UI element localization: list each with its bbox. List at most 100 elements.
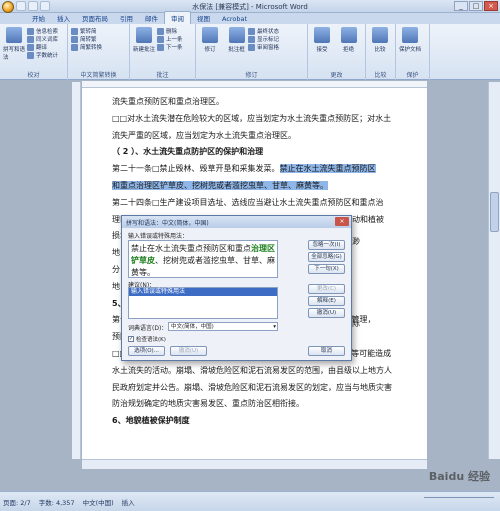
vertical-ruler [72,82,81,459]
minimize-button[interactable]: _ [454,1,468,11]
group-comments: 新建批注 删除 上一条 下一条 批注 [130,24,196,80]
cancel-button[interactable]: 取消 [308,346,345,356]
page-indicator[interactable]: 页面: 2/7 [3,497,31,507]
horizontal-scrollbar[interactable] [82,459,427,469]
tab-view[interactable]: 视图 [191,12,216,24]
options-button[interactable]: 选项(O)... [128,346,165,356]
translate-button[interactable]: 翻译 [27,43,58,51]
thesaurus-icon [27,35,34,43]
word-count-button[interactable]: 字数统计 [27,51,58,59]
balloon-icon [228,27,245,43]
line-text: 民政府划定并公告。崩塌、滑坡危险区和泥石流易发区的划定，应当与地质灾害 [112,382,392,392]
delete-icon [157,27,164,35]
delete-comment-button[interactable]: 删除 [157,27,183,35]
tab-acrobat[interactable]: Acrobat [216,14,253,24]
document-line: 流失重点预防区和重点治理区。 [112,94,412,111]
word-count[interactable]: 字数: 4,357 [39,497,75,507]
thesaurus-button[interactable]: 同义词库 [27,35,58,43]
ignore-all-button[interactable]: 全部忽略(G) [308,252,345,262]
tab-mailings[interactable]: 邮件 [139,12,164,24]
dialog-undo-button[interactable]: 撤消(U) [308,308,345,318]
convert-icon [71,43,78,51]
new-comment-button[interactable]: 新建批注 [133,27,155,53]
spelling-grammar-dialog: 拼写和语法：中文(简体，中国) × 输入错误或特殊用法： 禁止在水土流失重点预防… [121,215,352,361]
line-text: （ 2 ）、水土流失重点防护区的保护和治理 [112,147,264,157]
tab-insert[interactable]: 插入 [51,12,76,24]
spellcheck-icon [6,27,22,43]
next-comment-button[interactable]: 下一条 [157,43,183,51]
track-changes-button[interactable]: 修订 [199,27,221,53]
line-text: 6、地貌植被保护制度 [112,416,190,426]
lock-icon [402,27,418,43]
group-chinese-conversion: 繁转简 简转繁 简繁转换 中文简繁转换 [68,24,130,80]
document-line: 流失严重的区域，应当划定为水土流失重点治理区。 [112,128,412,145]
group-compare: 比较 比较 [366,24,396,80]
convert-icon [71,35,78,43]
insert-mode[interactable]: 插入 [122,497,135,507]
count-icon [27,51,34,59]
group-changes: 接受 拒绝 更改 [308,24,366,80]
document-line: 水土流失的活动。崩塌、滑坡危险区和泥石流易发区的范围，由县级以上地方人 [112,363,412,380]
language-indicator[interactable]: 中文(中国) [83,497,114,507]
compare-icon [372,27,388,43]
simp-to-trad-button[interactable]: 简转繁 [71,35,126,43]
tab-references[interactable]: 引用 [114,12,139,24]
scroll-thumb[interactable] [490,192,499,232]
maximize-button[interactable]: □ [469,1,483,11]
document-line: 民政府划定并公告。崩塌、滑坡危险区和泥石流易发区的划定，应当与地质灾害 [112,380,412,397]
tab-home[interactable]: 开始 [26,12,51,24]
vertical-scrollbar[interactable] [488,82,500,459]
trad-to-simp-button[interactable]: 繁转简 [71,27,126,35]
accept-button[interactable]: 接受 [311,27,333,53]
dictionary-language-select[interactable]: 中文(简体，中国) ▾ [168,322,278,331]
close-button[interactable]: × [484,1,498,11]
convert-icon [71,27,78,35]
research-button[interactable]: 信息检索 [27,27,58,35]
accept-icon [314,27,330,43]
window-title: 水保法 [兼容模式] - Microsoft Word [192,3,308,11]
change-button[interactable]: 更改(C) [308,284,345,294]
prev-comment-button[interactable]: 上一条 [157,35,183,43]
reject-button[interactable]: 拒绝 [338,27,360,53]
suggestions-list[interactable]: 输入错误或特殊用法 [128,287,278,319]
reject-icon [340,27,357,43]
line-text: 地 [112,281,120,291]
chevron-down-icon: ▾ [273,324,276,330]
check-grammar-checkbox[interactable]: ✓ 检查语法(K) [128,335,166,343]
suggestion-item[interactable]: 输入错误或特殊用法 [129,288,277,296]
watermark: Baidu 经验 [428,470,490,483]
translate-icon [27,43,34,51]
input-label: 输入错误或特殊用法： [128,233,189,240]
explain-button[interactable]: 解释(E) [308,296,345,306]
document-line: 第二十四条□生产建设项目选址、选线应当避让水土流失重点预防区和重点治 [112,195,412,212]
compare-button[interactable]: 比较 [369,27,391,53]
reviewing-pane-button[interactable]: 审阅窗格 [248,43,279,51]
dialog-close-button[interactable]: × [335,217,349,226]
document-line: 和重点治理区铲草皮、挖树兜或者滥挖虫草、甘草、麻黄等。 [112,178,412,195]
next-sentence-button[interactable]: 下一句(X) [308,264,345,274]
document-line: 第二十一条□禁止毁林、毁草开垦和采集发菜。禁止在水土流失重点预防区 [112,161,412,178]
tab-page-layout[interactable]: 页面布局 [76,12,114,24]
checkmark-icon: ✓ [128,336,134,342]
book-icon [27,27,34,35]
protect-document-button[interactable]: 保护文档 [399,27,421,53]
balloons-button[interactable]: 批注框 [226,27,248,53]
status-bar: 页面: 2/7 字数: 4,357 中文(中国) 插入 [0,491,500,511]
undo-disabled-button[interactable]: 撤消(U) [170,346,207,356]
tab-review[interactable]: 审阅 [164,11,191,24]
display-icon [248,27,255,35]
window-controls: _ □ × [454,1,498,11]
ignore-once-button[interactable]: 忽略一次(I) [308,240,345,250]
line-text: 流失重点预防区和重点治理区。 [112,97,224,106]
dialog-title-bar: 拼写和语法：中文(简体，中国) × [122,216,351,228]
line-text: 第二十一条□禁止毁林、毁草开垦和采集发菜。 [112,164,280,174]
show-markup-button[interactable]: 显示标记 [248,35,279,43]
group-proofing: 拼写和语法 信息检索 同义词库 翻译 字数统计 校对 [0,24,68,80]
zoom-slider[interactable] [424,497,494,505]
ribbon: 拼写和语法 信息检索 同义词库 翻译 字数统计 校对 繁转简 简转繁 简繁转换 … [0,24,500,80]
conversion-button[interactable]: 简繁转换 [71,43,126,51]
display-for-review-select[interactable]: 最终状态 [248,27,279,35]
spelling-grammar-button[interactable]: 拼写和语法 [3,27,25,61]
error-text-box[interactable]: 禁止在水土流失重点预防区和重点治理区铲草皮、挖树兜或者滥挖虫草、甘草、麻黄等。 [128,240,278,278]
line-text: 和重点治理区铲草皮、挖树兜或者滥挖虫草、甘草、麻黄等。 [112,180,328,190]
